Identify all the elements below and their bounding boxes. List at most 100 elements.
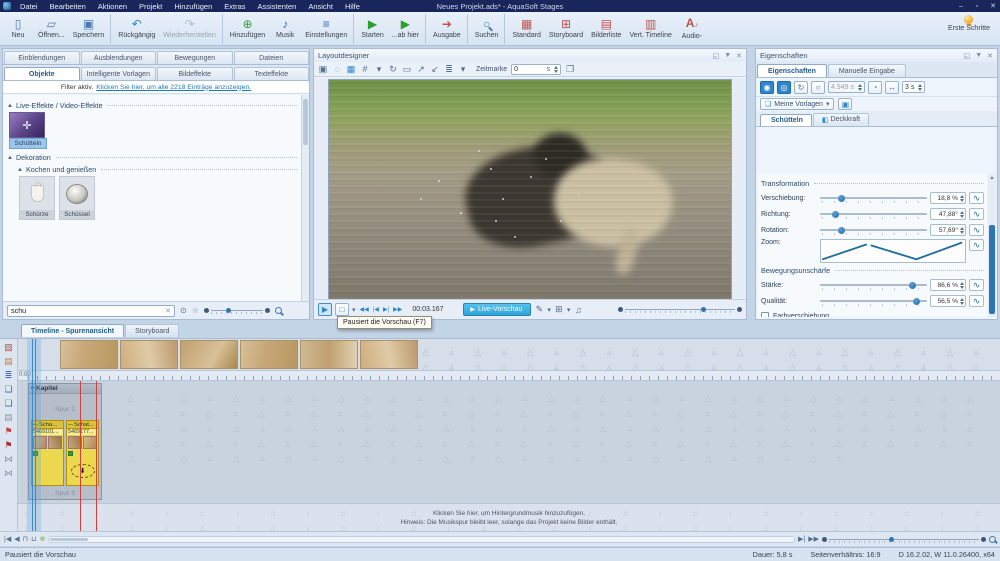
section-bewegungsunschaerfe[interactable]: Bewegungsunschärfe	[761, 266, 984, 275]
media-icon[interactable]: ▨	[4, 342, 13, 352]
flag-icon[interactable]: ⚑	[4, 426, 12, 436]
filmstrip-frame[interactable]	[120, 340, 178, 369]
step-back-icon[interactable]: ◀	[14, 535, 19, 543]
music-button[interactable]: ♪ Musik	[269, 14, 301, 44]
tab-ausblendungen[interactable]: Ausblendungen	[81, 51, 157, 64]
reset-icon[interactable]	[794, 81, 808, 94]
link-icon[interactable]: ⊕	[40, 535, 46, 543]
curve-button[interactable]	[969, 279, 984, 291]
rotate-icon[interactable]: ↻	[388, 64, 398, 75]
interval-field[interactable]: 3 s	[902, 81, 925, 93]
section-dekoration[interactable]: ▲ Dekoration	[7, 153, 297, 162]
music-track[interactable]: ♪ ♫ ♪ ♫ ♪ ♫ ♪ ♫ ♪ ♫ ♪ ♫ ♪ ♫ ♪ ♫ ♪ ♫ ♪ ♫ …	[18, 503, 1000, 531]
view-grid-icon[interactable]: ⊞	[554, 304, 564, 315]
view-audio-button[interactable]: A Audio-	[676, 14, 708, 44]
arrange-up-icon[interactable]: ↗	[416, 64, 426, 75]
tab-texteffekte[interactable]: Texteffekte	[234, 67, 310, 80]
deco-item-schuerze[interactable]: Schürze	[19, 176, 55, 220]
effect-item-schuetteln[interactable]: ✛ Schütteln	[9, 112, 47, 149]
raster-icon[interactable]: #	[360, 64, 370, 74]
deco-item-schuessel[interactable]: Schüssel	[59, 176, 95, 220]
curve-button[interactable]	[969, 239, 984, 251]
section-transformation[interactable]: Transformation	[761, 179, 984, 188]
raster-dropdown-icon[interactable]: ▾	[374, 64, 384, 75]
slider-track[interactable]	[820, 210, 927, 219]
redo-button[interactable]: ↷ Wiederherstellen	[159, 14, 220, 44]
playhead-line[interactable]	[32, 339, 33, 531]
goto-start-icon[interactable]: |◀	[4, 535, 11, 543]
band-icon[interactable]: ▤	[4, 412, 13, 422]
stop-button[interactable]: □	[335, 303, 349, 316]
preset-dropdown[interactable]: Meine Vorlagen	[760, 98, 834, 110]
value-field[interactable]: 56,5 %	[930, 295, 966, 307]
slider-handle[interactable]	[909, 282, 916, 289]
play-options-dropdown-icon[interactable]	[352, 305, 356, 314]
step-forward-icon[interactable]: ▶|	[798, 535, 805, 543]
timeline-hscrollbar[interactable]	[48, 536, 795, 543]
slider-track[interactable]	[820, 297, 927, 306]
tab-objekte[interactable]: Objekte	[4, 67, 80, 80]
timeline-magnifier-icon[interactable]	[989, 536, 996, 543]
keyframe-icon[interactable]: ❐	[565, 64, 575, 75]
goto-end-icon[interactable]: ▶▶	[808, 535, 819, 543]
tab-bewegungen[interactable]: Bewegungen	[157, 51, 233, 64]
section-kochen[interactable]: ▲ Kochen und genießen	[17, 165, 297, 174]
tab-manuelle-eingabe[interactable]: Manuelle Eingabe	[828, 64, 906, 77]
loop-toggle-icon[interactable]	[777, 81, 791, 94]
tab-eigenschaften[interactable]: Eigenschaften	[757, 64, 827, 77]
settings-button[interactable]: ≡ Einstellungen	[301, 14, 351, 44]
tracklist-icon[interactable]: ≣	[5, 370, 13, 380]
filmstrip-frame[interactable]	[360, 340, 418, 369]
undo-button[interactable]: ↶ Rückgängig	[110, 14, 159, 44]
menu-item[interactable]: Hilfe	[340, 1, 365, 12]
tab-bildeffekte[interactable]: Bildeffekte	[157, 67, 233, 80]
format-icon[interactable]: ▭	[402, 64, 412, 75]
filmstrip-frame[interactable]	[60, 340, 118, 369]
close-panel-icon[interactable]	[736, 52, 742, 60]
filmstrip-frame[interactable]	[180, 340, 238, 369]
view-storyboard-button[interactable]: ⊞ Storyboard	[545, 14, 587, 44]
view-imagelist-button[interactable]: ▤ Bilderliste	[587, 14, 625, 44]
layout-list-icon[interactable]: ≣	[444, 64, 454, 75]
float-panel-icon[interactable]	[964, 52, 971, 60]
save-preset-icon[interactable]	[838, 98, 852, 110]
preview-audio-icon[interactable]: ♫	[573, 305, 583, 315]
clear-search-icon[interactable]: ✕	[165, 307, 171, 315]
view-standard-button[interactable]: ▦ Standard	[504, 14, 544, 44]
circle-icon[interactable]	[811, 81, 825, 94]
duplicate-icon[interactable]: ❏	[4, 384, 12, 394]
menu-item[interactable]: Hinzufügen	[169, 1, 217, 12]
favorites-star-icon[interactable]: ☆	[192, 306, 199, 315]
float-panel-icon[interactable]	[713, 52, 720, 60]
spacing-icon[interactable]	[885, 81, 899, 94]
tab-timeline[interactable]: Timeline - Spurenansicht	[21, 324, 124, 337]
menu-item[interactable]: Ansicht	[303, 1, 338, 12]
slider-handle[interactable]	[832, 211, 839, 218]
show-all-entries-link[interactable]: Klicken Sie hier, um alle 2218 Einträge …	[96, 84, 251, 91]
menu-item[interactable]: Extras	[219, 1, 250, 12]
slider-handle[interactable]	[838, 227, 845, 234]
next-icon[interactable]: ▶|	[382, 306, 390, 313]
previous-icon[interactable]: |◀	[372, 306, 380, 313]
tab-storyboard[interactable]: Storyboard	[125, 324, 179, 337]
timeline-ruler[interactable]: 0:00	[18, 371, 1000, 381]
slider-handle[interactable]	[913, 298, 920, 305]
timeline-filmstrip[interactable]: △ ▵ △ ▵ △ ▵ △ ▵ △ ▵ △ ▵ △ ▵ △ ▵ △ ▵ △ ▵ …	[18, 339, 1000, 371]
tab-dateien[interactable]: Dateien	[234, 51, 310, 64]
search-button[interactable]: ○ Suchen	[467, 14, 503, 44]
tab-einblendungen[interactable]: Einblendungen	[4, 51, 80, 64]
draw-pen-icon[interactable]: ✎	[534, 304, 544, 315]
close-icon[interactable]	[988, 2, 998, 10]
dock-panel-icon[interactable]	[975, 52, 982, 60]
save-button[interactable]: ▣ Speichern	[69, 14, 109, 44]
arrange-down-icon[interactable]: ↙	[430, 64, 440, 75]
expand-icon[interactable]: ⊔	[31, 535, 36, 543]
video-preview[interactable]	[328, 79, 732, 300]
tab-schuetteln[interactable]: Schütteln	[760, 114, 812, 126]
checkbox-farbverschiebung[interactable]: Farbverschiebung	[761, 309, 984, 317]
tab-deckkraft[interactable]: ◧ Deckkraft	[813, 113, 869, 126]
copy-icon[interactable]: ❏	[4, 398, 12, 408]
bounds-icon[interactable]: ▣	[318, 64, 328, 75]
menu-item[interactable]: Bearbeiten	[45, 1, 91, 12]
curve-button[interactable]	[969, 224, 984, 236]
